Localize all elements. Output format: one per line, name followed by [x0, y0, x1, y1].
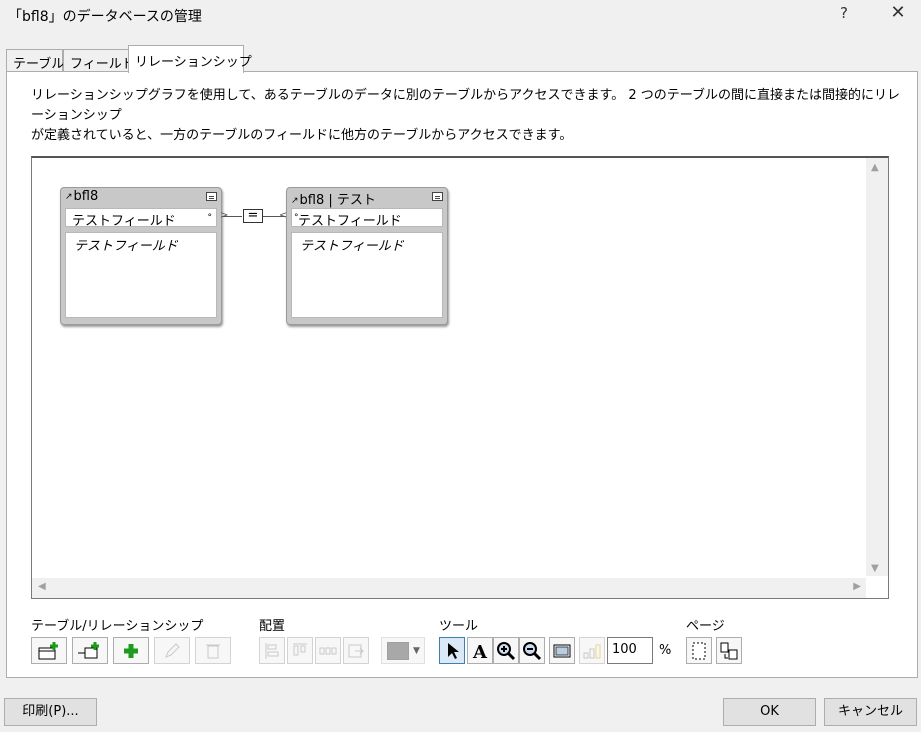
collapse-toggle-icon[interactable]: [206, 192, 217, 201]
show-page-breaks-button[interactable]: [686, 637, 712, 664]
distribute-button[interactable]: [315, 637, 341, 664]
table-header[interactable]: ↗bfl8: [61, 188, 221, 207]
table-header[interactable]: ↗bfl8 | テスト: [287, 188, 447, 208]
delete-button[interactable]: [195, 637, 231, 664]
field-list[interactable]: テストフィールド: [65, 232, 217, 318]
zoom-in-button[interactable]: [493, 637, 519, 664]
field-item[interactable]: テストフィールド: [300, 235, 434, 254]
crows-foot-left-icon: >: [220, 210, 229, 221]
graph-toolbar: テーブル/リレーションシップ 配置 ツール ページ ▼ A 100 %: [31, 615, 891, 665]
key-field[interactable]: テストフィールド °: [65, 208, 217, 229]
tab-fields[interactable]: フィールド: [63, 49, 135, 72]
table-occurrence-bfl8[interactable]: ↗bfl8 テストフィールド ° テストフィールド: [60, 187, 222, 325]
table-name: bfl8 | テスト: [299, 193, 376, 208]
print-button[interactable]: 印刷(P)...: [4, 698, 97, 726]
description-line-1: リレーションシップグラフを使用して、あるテーブルのデータに別のテーブルからアクセ…: [31, 88, 900, 123]
scroll-up-icon[interactable]: ▲: [871, 162, 879, 173]
duplicate-button[interactable]: [113, 637, 149, 664]
align-left-icon: [265, 642, 279, 659]
zoom-in-icon: [497, 641, 516, 660]
title-bar: 「bfl8」のデータベースの管理 ? ✕: [0, 0, 921, 30]
align-top-button[interactable]: [287, 637, 313, 664]
tab-relationships[interactable]: リレーションシップ: [128, 45, 252, 73]
add-table-button[interactable]: [31, 637, 67, 664]
field-list[interactable]: テストフィールド: [291, 232, 443, 318]
svg-text:A: A: [472, 642, 488, 661]
ok-button[interactable]: OK: [723, 698, 816, 726]
text-tool-button[interactable]: A: [467, 637, 493, 664]
add-table-icon: [38, 641, 58, 659]
fit-window-icon: [553, 644, 571, 657]
add-relationship-icon: [78, 641, 99, 658]
key-field-name: テストフィールド: [298, 214, 402, 229]
align-top-icon: [293, 643, 307, 655]
text-tool-icon: A: [472, 642, 488, 661]
horizontal-scrollbar[interactable]: ◀ ▶: [32, 578, 867, 598]
connector-dot-icon: °: [207, 213, 213, 223]
description-line-2: が定義されていると、一方のテーブルのフィールドに他方のテーブルからアクセスできま…: [31, 128, 573, 143]
color-swatch: [387, 642, 409, 660]
align-button[interactable]: [259, 637, 285, 664]
group-label-tools: ツール: [439, 619, 479, 634]
edit-pencil-icon: [165, 642, 180, 658]
scroll-left-icon[interactable]: ◀: [38, 581, 46, 592]
key-field-name: テストフィールド: [72, 214, 176, 229]
tab-tables[interactable]: テーブル: [6, 49, 64, 72]
resize-button[interactable]: [343, 637, 369, 664]
edit-button[interactable]: [154, 637, 190, 664]
goto-arrow-icon[interactable]: ↗: [65, 192, 73, 202]
toggle-display-icon: [583, 644, 601, 658]
group-label-tables: テーブル/リレーションシップ: [31, 619, 204, 634]
close-button[interactable]: ✕: [886, 2, 910, 23]
zoom-level-input[interactable]: 100: [607, 637, 653, 664]
table-occurrence-bfl8-test[interactable]: ↗bfl8 | テスト ° テストフィールド テストフィールド: [286, 187, 448, 325]
delete-trash-icon: [206, 644, 220, 658]
scroll-down-icon[interactable]: ▼: [871, 563, 879, 574]
relationship-graph[interactable]: ↗bfl8 テストフィールド ° テストフィールド > = < ↗bfl8 | …: [31, 156, 889, 599]
help-button[interactable]: ?: [836, 4, 852, 22]
connector-dot-icon: °: [294, 213, 299, 223]
color-picker[interactable]: ▼: [381, 637, 425, 664]
resize-icon: [348, 644, 364, 657]
description-text: リレーションシップグラフを使用して、あるテーブルのデータに別のテーブルからアクセ…: [31, 86, 901, 146]
zoom-unit-label: %: [659, 643, 672, 658]
zoom-out-button[interactable]: [519, 637, 545, 664]
pointer-tool-button[interactable]: [439, 637, 465, 664]
field-item[interactable]: テストフィールド: [74, 235, 208, 254]
relationship-operator[interactable]: =: [243, 209, 263, 223]
dropdown-arrow-icon: ▼: [413, 646, 420, 656]
group-label-arrange: 配置: [259, 619, 286, 634]
duplicate-icon: [124, 643, 138, 658]
toggle-display-button[interactable]: [579, 637, 605, 664]
collapse-toggle-icon[interactable]: [432, 192, 443, 201]
scroll-corner: [866, 576, 888, 598]
goto-arrow-icon[interactable]: ↗: [291, 196, 299, 206]
vertical-scrollbar[interactable]: ▲ ▼: [866, 158, 888, 578]
show-page-breaks-icon: [692, 642, 706, 659]
table-name: bfl8: [73, 189, 99, 204]
distribute-horizontal-icon: [319, 647, 337, 654]
zoom-out-icon: [523, 641, 542, 660]
cancel-button[interactable]: キャンセル: [824, 698, 917, 726]
relationships-panel: リレーションシップグラフを使用して、あるテーブルのデータに別のテーブルからアクセ…: [6, 71, 918, 678]
fit-window-button[interactable]: [549, 637, 575, 664]
group-label-page: ページ: [686, 619, 725, 634]
pointer-icon: [448, 642, 459, 659]
page-setup-icon: [720, 642, 738, 659]
add-relationship-button[interactable]: [72, 637, 108, 664]
scroll-right-icon[interactable]: ▶: [853, 581, 861, 592]
key-field[interactable]: ° テストフィールド: [291, 208, 443, 229]
window-title: 「bfl8」のデータベースの管理: [8, 9, 202, 25]
page-setup-button[interactable]: [716, 637, 742, 664]
